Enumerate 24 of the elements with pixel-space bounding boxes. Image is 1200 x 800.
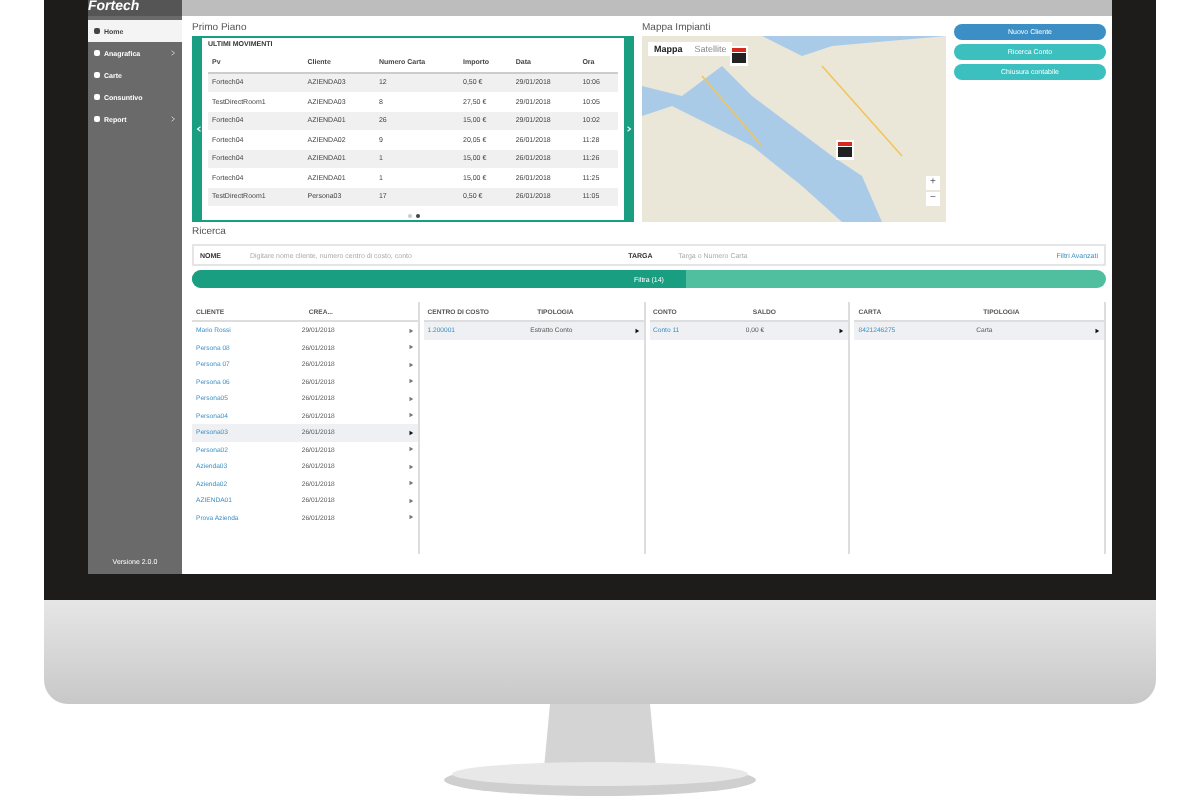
play-icon: [407, 446, 414, 453]
chevron-icon: [170, 50, 176, 56]
play-icon: [407, 514, 414, 521]
play-icon: [407, 480, 414, 487]
play-icon: [407, 412, 414, 419]
menu-item-icon: [94, 28, 100, 34]
play-icon: [407, 327, 414, 334]
previous-button[interactable]: [194, 38, 202, 220]
play-icon: [633, 327, 639, 334]
next-button[interactable]: [624, 38, 632, 220]
play-icon: [407, 378, 414, 385]
chevron-icon: [170, 116, 176, 122]
play-icon: [407, 429, 414, 436]
menu-item-icon: [94, 72, 100, 78]
play-icon: [407, 395, 414, 402]
play-icon: [407, 344, 414, 351]
menu-item-icon: [94, 116, 100, 122]
menu-item-icon: [94, 94, 100, 100]
play-icon: [407, 361, 414, 368]
menu-item-icon: [94, 50, 100, 56]
play-icon: [407, 463, 414, 470]
play-icon: [1094, 327, 1100, 334]
play-icon: [838, 327, 845, 334]
play-icon: [407, 497, 414, 504]
